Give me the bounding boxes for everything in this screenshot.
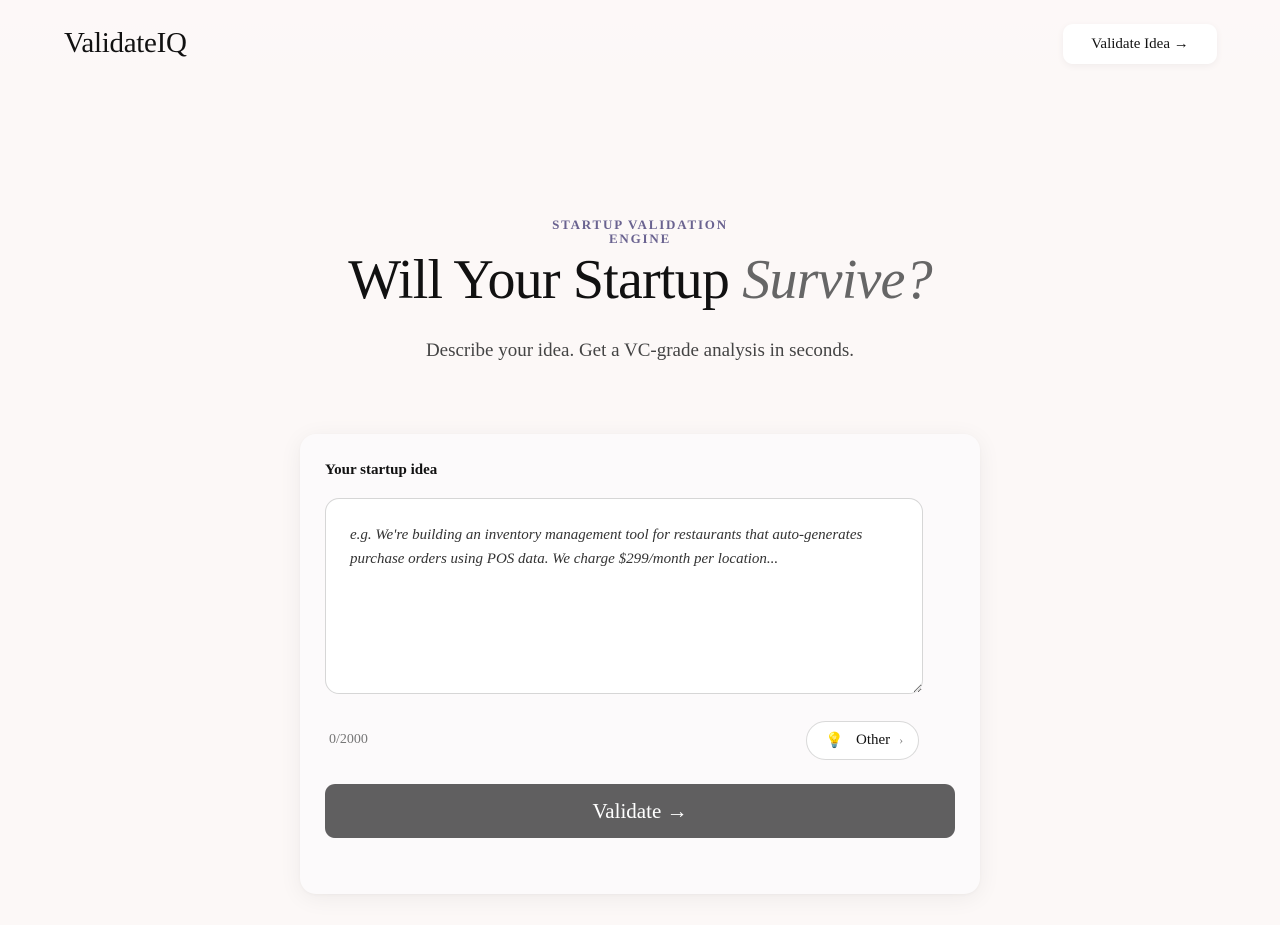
idea-field-label: Your startup idea [325,462,438,478]
category-selector[interactable]: 💡 Other › [806,721,919,760]
eyebrow-label: STARTUP VALIDATION ENGINE [552,217,728,246]
subheadline: Describe your idea. Get a VC-grade analy… [425,340,855,361]
chevron-right-icon: › [899,733,904,747]
validate-idea-nav-button[interactable]: Validate Idea → [1063,24,1217,64]
headline-accent: Survive? [742,249,932,311]
idea-input[interactable] [325,498,923,694]
top-bar: ValidateIQ Validate Idea → [0,0,1280,90]
validate-button[interactable]: Validate → [325,784,955,838]
page-title: Will Your Startup Survive? [0,248,1280,312]
category-label: Other [856,732,891,748]
lightbulb-icon: 💡 [825,733,844,749]
headline-main: Will Your Startup [348,249,743,311]
idea-form-card: Your startup idea 0/2000 💡 Other › Valid… [300,434,980,894]
logo[interactable]: ValidateIQ [64,27,187,60]
character-count: 0/2000 [329,732,368,747]
